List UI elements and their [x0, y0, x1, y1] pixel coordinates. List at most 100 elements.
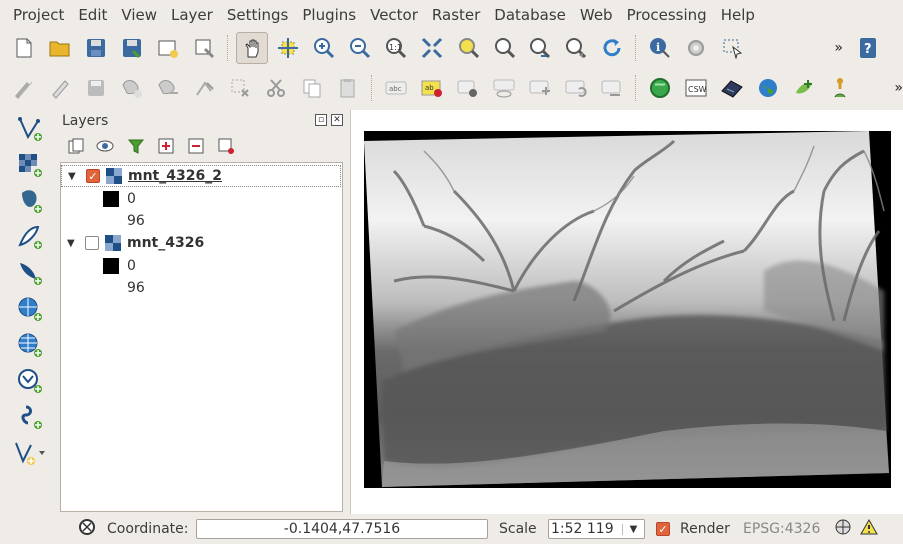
collapse-all-icon[interactable]	[186, 136, 206, 156]
collapse-arrow-icon[interactable]: ▼	[67, 238, 77, 249]
menu-web[interactable]: Web	[573, 0, 620, 30]
manage-visibility-icon[interactable]	[96, 136, 116, 156]
layer-row[interactable]: ▼ ✓ mnt_4326_2	[61, 165, 341, 187]
pin-labels-icon[interactable]	[452, 72, 484, 104]
add-wfs-layer-icon[interactable]	[13, 364, 47, 398]
add-postgis-layer-icon[interactable]	[13, 184, 47, 218]
identify-features-icon[interactable]: i	[644, 32, 676, 64]
menu-processing[interactable]: Processing	[620, 0, 714, 30]
delete-selected-icon[interactable]	[224, 72, 256, 104]
menu-help[interactable]: Help	[714, 0, 762, 30]
layer-labeling-icon[interactable]: ab	[416, 72, 448, 104]
close-panel-button[interactable]: ✕	[331, 114, 343, 126]
zoom-next-icon[interactable]	[560, 32, 592, 64]
render-label: Render	[680, 521, 730, 537]
add-wms-layer-left-icon[interactable]	[13, 292, 47, 326]
zoom-to-layer-icon[interactable]	[488, 32, 520, 64]
green-globe-plugin-icon[interactable]	[644, 72, 676, 104]
toolbar-overflow-icon[interactable]: »	[894, 80, 903, 96]
show-hide-labels-icon[interactable]	[488, 72, 520, 104]
add-feature-icon[interactable]	[116, 72, 148, 104]
zoom-in-icon[interactable]	[308, 32, 340, 64]
pan-to-selection-icon[interactable]	[272, 32, 304, 64]
composer-manager-icon[interactable]	[188, 32, 220, 64]
paste-features-icon[interactable]	[332, 72, 364, 104]
move-label-icon[interactable]	[524, 72, 556, 104]
svg-text:CSW: CSW	[688, 85, 707, 94]
toolbar-overflow-icon[interactable]: »	[834, 40, 843, 56]
projection-globe-icon[interactable]	[834, 518, 852, 540]
zoom-full-icon[interactable]	[416, 32, 448, 64]
warning-icon[interactable]	[860, 518, 878, 540]
legend-item: 96	[127, 277, 145, 299]
refresh-icon[interactable]	[596, 32, 628, 64]
toolbar-separator	[635, 75, 641, 101]
toggle-editing-icon[interactable]	[44, 72, 76, 104]
collapse-arrow-icon[interactable]: ▼	[68, 171, 78, 182]
toolbar-separator	[635, 35, 641, 61]
menu-view[interactable]: View	[114, 0, 164, 30]
new-project-icon[interactable]	[8, 32, 40, 64]
menu-edit[interactable]: Edit	[71, 0, 114, 30]
legend-item: 0	[103, 188, 136, 210]
expand-all-icon[interactable]	[156, 136, 176, 156]
messages-icon[interactable]	[78, 518, 96, 540]
layer-visibility-checkbox[interactable]: ✓	[86, 169, 100, 183]
add-mssql-layer-icon[interactable]	[13, 256, 47, 290]
open-project-icon[interactable]	[44, 32, 76, 64]
move-feature-icon[interactable]	[152, 72, 184, 104]
map-canvas[interactable]	[350, 110, 903, 514]
chevron-down-icon[interactable]: ▼	[622, 523, 644, 535]
zoom-out-icon[interactable]	[344, 32, 376, 64]
add-vector-layer-icon[interactable]	[13, 112, 47, 146]
color-swatch	[103, 258, 119, 274]
new-shapefile-layer-icon[interactable]	[13, 436, 47, 470]
map-tile-icon[interactable]	[716, 72, 748, 104]
scale-combo[interactable]: 1:52 119 ▼	[548, 519, 645, 539]
save-layer-edits-icon[interactable]	[80, 72, 112, 104]
remove-layer-icon[interactable]	[216, 136, 236, 156]
crs-status[interactable]: EPSG:4326	[743, 521, 820, 537]
menu-plugins[interactable]: Plugins	[295, 0, 363, 30]
label-tool-icon[interactable]: abc	[380, 72, 412, 104]
add-spatialite-layer-icon[interactable]	[13, 220, 47, 254]
menu-layer[interactable]: Layer	[164, 0, 220, 30]
layer-visibility-checkbox[interactable]	[85, 236, 99, 250]
filter-legend-icon[interactable]	[126, 136, 146, 156]
csw-icon[interactable]: CSW	[680, 72, 712, 104]
undock-panel-button[interactable]: ▫	[315, 114, 327, 126]
add-wcs-layer-icon[interactable]	[13, 328, 47, 362]
menu-settings[interactable]: Settings	[220, 0, 296, 30]
copy-features-icon[interactable]	[296, 72, 328, 104]
menu-raster[interactable]: Raster	[425, 0, 487, 30]
zoom-to-selection-icon[interactable]	[452, 32, 484, 64]
rotate-label-icon[interactable]	[560, 72, 592, 104]
render-checkbox[interactable]: ✓	[656, 522, 670, 536]
add-raster-layer-icon[interactable]	[13, 148, 47, 182]
node-tool-icon[interactable]	[188, 72, 220, 104]
save-project-icon[interactable]	[80, 32, 112, 64]
current-edits-icon[interactable]	[8, 72, 40, 104]
menu-project[interactable]: Project	[6, 0, 71, 30]
menu-vector[interactable]: Vector	[363, 0, 425, 30]
run-feature-action-icon[interactable]	[680, 32, 712, 64]
change-label-icon[interactable]	[596, 72, 628, 104]
zoom-last-icon[interactable]	[524, 32, 556, 64]
svg-text:?: ?	[864, 42, 872, 57]
zoom-native-resolution-icon[interactable]: 1:1	[380, 32, 412, 64]
cut-features-icon[interactable]	[260, 72, 292, 104]
layer-row[interactable]: ▼ mnt_4326	[61, 232, 204, 254]
add-group-icon[interactable]	[66, 136, 86, 156]
save-as-icon[interactable]	[116, 32, 148, 64]
pan-map-icon[interactable]	[236, 32, 268, 64]
scale-value: 1:52 119	[551, 521, 614, 537]
select-features-icon[interactable]	[716, 32, 748, 64]
python-pointer-icon[interactable]	[824, 72, 856, 104]
web-globe-icon[interactable]	[752, 72, 784, 104]
menu-database[interactable]: Database	[487, 0, 573, 30]
add-wms-layer-icon[interactable]	[788, 72, 820, 104]
help-icon[interactable]: ?	[853, 32, 885, 64]
add-delimited-text-layer-icon[interactable]	[13, 400, 47, 434]
coordinate-field[interactable]: -0.1404,47.7516	[196, 519, 488, 539]
new-print-composer-icon[interactable]	[152, 32, 184, 64]
